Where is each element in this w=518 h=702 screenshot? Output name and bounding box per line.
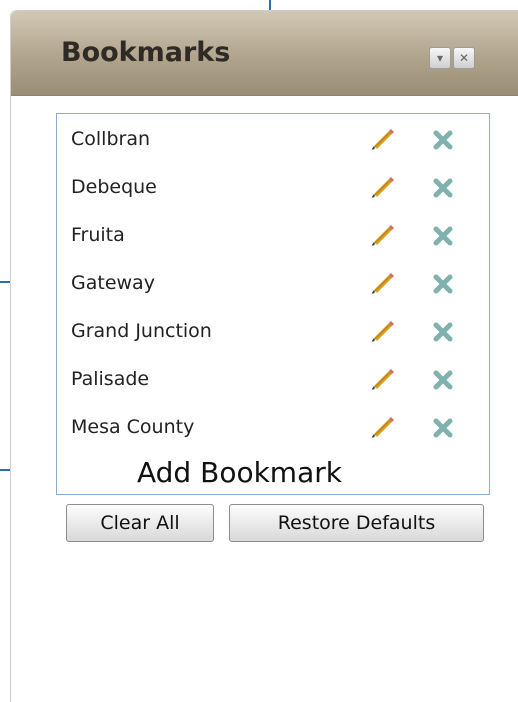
pencil-icon[interactable] bbox=[369, 222, 395, 248]
bookmark-name[interactable]: Mesa County bbox=[71, 416, 194, 438]
delete-icon[interactable] bbox=[431, 320, 455, 344]
bookmark-row[interactable]: Collbran bbox=[57, 124, 489, 156]
bookmark-row[interactable]: Mesa County bbox=[57, 412, 489, 444]
bookmark-name[interactable]: Grand Junction bbox=[71, 320, 212, 342]
chevron-down-icon: ▾ bbox=[436, 51, 444, 65]
close-button[interactable]: ✕ bbox=[453, 47, 475, 69]
bookmark-list: Collbran Debeque Fruita Gateway Grand Juncti… bbox=[56, 113, 490, 495]
pencil-icon[interactable] bbox=[369, 414, 395, 440]
bookmark-name[interactable]: Debeque bbox=[71, 176, 157, 198]
clear-all-button[interactable]: Clear All bbox=[66, 504, 214, 542]
restore-defaults-button[interactable]: Restore Defaults bbox=[229, 504, 484, 542]
bookmark-name[interactable]: Fruita bbox=[71, 224, 125, 246]
delete-icon[interactable] bbox=[431, 368, 455, 392]
widget-header: Bookmarks ▾ ✕ bbox=[11, 11, 518, 96]
widget-title: Bookmarks bbox=[61, 37, 231, 68]
bookmark-row[interactable]: Debeque bbox=[57, 172, 489, 204]
bookmark-row[interactable]: Palisade bbox=[57, 364, 489, 396]
bookmark-row[interactable]: Gateway bbox=[57, 268, 489, 300]
bookmark-row[interactable]: Fruita bbox=[57, 220, 489, 252]
delete-icon[interactable] bbox=[431, 176, 455, 200]
pencil-icon[interactable] bbox=[369, 126, 395, 152]
close-icon: ✕ bbox=[458, 51, 470, 65]
pencil-icon[interactable] bbox=[369, 270, 395, 296]
bookmark-name[interactable]: Collbran bbox=[71, 128, 150, 150]
pencil-icon[interactable] bbox=[369, 318, 395, 344]
callout-line-top bbox=[269, 0, 271, 10]
bookmark-name[interactable]: Gateway bbox=[71, 272, 155, 294]
delete-icon[interactable] bbox=[431, 416, 455, 440]
bookmark-name[interactable]: Palisade bbox=[71, 368, 149, 390]
delete-icon[interactable] bbox=[431, 128, 455, 152]
delete-icon[interactable] bbox=[431, 224, 455, 248]
delete-icon[interactable] bbox=[431, 272, 455, 296]
stage: Bookmarks ▾ ✕ Collbran Debeque Fruita Gatew… bbox=[0, 0, 518, 702]
collapse-button[interactable]: ▾ bbox=[429, 47, 451, 69]
pencil-icon[interactable] bbox=[369, 366, 395, 392]
add-bookmark-link[interactable]: Add Bookmark bbox=[137, 456, 342, 489]
pencil-icon[interactable] bbox=[369, 174, 395, 200]
bookmark-row[interactable]: Grand Junction bbox=[57, 316, 489, 348]
